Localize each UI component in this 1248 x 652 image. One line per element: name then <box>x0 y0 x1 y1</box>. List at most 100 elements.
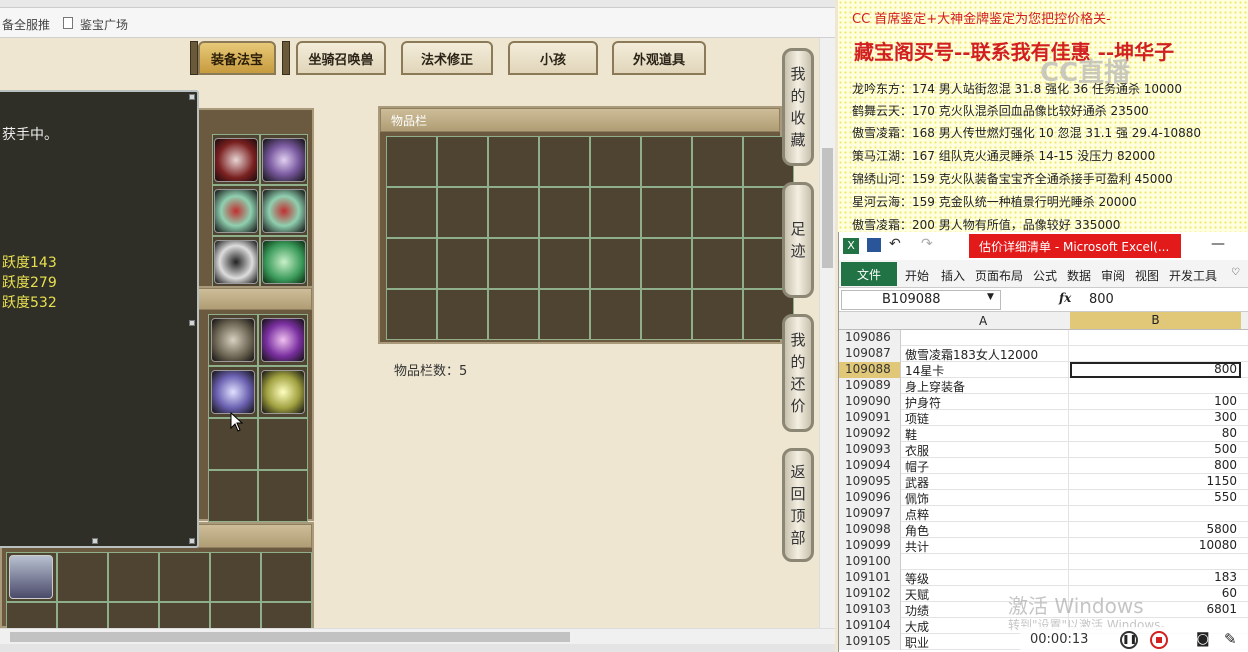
cell-a[interactable]: 角色 <box>903 522 1069 538</box>
resize-handle[interactable] <box>92 538 98 544</box>
back-to-top-button[interactable]: 返回顶部 <box>782 448 814 562</box>
inventory-slot[interactable] <box>488 289 539 340</box>
cell-b[interactable]: 800 <box>1070 362 1241 378</box>
column-b-header[interactable]: B <box>1070 312 1241 329</box>
save-icon[interactable] <box>867 238 881 252</box>
star-slot[interactable] <box>57 552 108 602</box>
equip-slot[interactable] <box>212 134 260 185</box>
inventory-slot[interactable] <box>692 187 743 238</box>
inventory-slot[interactable] <box>590 136 641 187</box>
equip-slot[interactable] <box>260 185 308 236</box>
treasure-slot[interactable] <box>208 366 258 418</box>
row-number[interactable]: 109088 <box>839 362 901 378</box>
row-number[interactable]: 109091 <box>839 410 901 426</box>
inventory-slot[interactable] <box>386 187 437 238</box>
cell-b[interactable] <box>1070 554 1241 570</box>
crystal-item-icon[interactable] <box>211 370 255 414</box>
tab-appearance-items[interactable]: 外观道具 <box>612 41 706 75</box>
inventory-slot[interactable] <box>641 289 692 340</box>
pause-icon[interactable]: ❚❚ <box>1120 631 1138 649</box>
row-number[interactable]: 109089 <box>839 378 901 394</box>
inventory-slot[interactable] <box>539 187 590 238</box>
fx-icon[interactable]: fx <box>1059 291 1071 305</box>
bracelet-item-icon[interactable] <box>214 189 258 233</box>
tab-equipment[interactable]: 装备法宝 <box>198 41 276 75</box>
cell-b[interactable] <box>1070 346 1241 362</box>
row-number[interactable]: 109094 <box>839 458 901 474</box>
menu-formulas[interactable]: 公式 <box>1033 267 1057 284</box>
menu-page-layout[interactable]: 页面布局 <box>975 267 1023 284</box>
row-number[interactable]: 109099 <box>839 538 901 554</box>
scroll-item-icon[interactable] <box>211 318 255 362</box>
tab-children[interactable]: 小孩 <box>508 41 598 75</box>
equip-slot[interactable] <box>260 134 308 185</box>
menu-view[interactable]: 视图 <box>1135 267 1159 284</box>
cell-b[interactable]: 800 <box>1070 458 1241 474</box>
row-number[interactable]: 109102 <box>839 586 901 602</box>
inventory-slot[interactable] <box>437 289 488 340</box>
name-box[interactable]: B109088 <box>841 290 1001 310</box>
star-slot[interactable] <box>108 552 159 602</box>
cell-a[interactable]: 佩饰 <box>903 490 1069 506</box>
bookmark-item[interactable]: 备全服推 <box>2 16 50 33</box>
inventory-slot[interactable] <box>488 187 539 238</box>
cell-a[interactable]: 傲雪凌霜183女人12000 <box>903 346 1069 362</box>
bracelet-item-icon[interactable] <box>262 189 306 233</box>
row-number[interactable]: 109105 <box>839 634 901 650</box>
cell-a[interactable] <box>903 330 1069 346</box>
cell-a[interactable]: 项链 <box>903 410 1069 426</box>
treasure-slot[interactable] <box>208 314 258 366</box>
namebox-dropdown-icon[interactable]: ▼ <box>987 292 994 302</box>
cell-a[interactable]: 衣服 <box>903 442 1069 458</box>
book-item-icon[interactable] <box>261 318 305 362</box>
inventory-slot[interactable] <box>590 238 641 289</box>
inventory-slot[interactable] <box>590 289 641 340</box>
inventory-slot[interactable] <box>386 136 437 187</box>
cell-a[interactable] <box>903 554 1069 570</box>
file-tab[interactable]: 文件 <box>841 262 897 286</box>
scrollbar-thumb[interactable] <box>10 632 570 642</box>
inventory-slot[interactable] <box>437 238 488 289</box>
row-number[interactable]: 109100 <box>839 554 901 570</box>
cell-a[interactable]: 帽子 <box>903 458 1069 474</box>
inventory-slot[interactable] <box>641 136 692 187</box>
treasure-slot[interactable] <box>258 314 308 366</box>
menu-insert[interactable]: 插入 <box>941 267 965 284</box>
warrior-portrait-icon[interactable] <box>9 555 53 599</box>
treasure-slot[interactable] <box>258 418 308 470</box>
inventory-slot[interactable] <box>692 238 743 289</box>
tab-mounts-pets[interactable]: 坐骑召唤兽 <box>296 41 386 75</box>
cell-a[interactable]: 护身符 <box>903 394 1069 410</box>
star-slot[interactable] <box>261 552 312 602</box>
stop-record-icon[interactable] <box>1150 631 1168 649</box>
tab-spell-correction[interactable]: 法术修正 <box>401 41 493 75</box>
menu-developer[interactable]: 开发工具 <box>1169 267 1217 284</box>
pen-icon[interactable]: ✎ <box>1224 630 1237 648</box>
cell-b[interactable] <box>1070 330 1241 346</box>
row-number[interactable]: 109095 <box>839 474 901 490</box>
scrollbar-thumb[interactable] <box>822 148 833 268</box>
resize-handle[interactable] <box>189 320 195 326</box>
inventory-slot[interactable] <box>437 136 488 187</box>
menu-home[interactable]: 开始 <box>905 267 929 284</box>
vertical-scrollbar[interactable] <box>819 38 835 628</box>
cell-b[interactable]: 10080 <box>1070 538 1241 554</box>
inventory-slot[interactable] <box>539 238 590 289</box>
footprint-button[interactable]: 足迹 <box>782 182 814 298</box>
row-number[interactable]: 109103 <box>839 602 901 618</box>
cell-b[interactable]: 550 <box>1070 490 1241 506</box>
cell-a[interactable]: 共计 <box>903 538 1069 554</box>
column-a-header[interactable]: A <box>979 314 987 328</box>
row-number[interactable]: 109087 <box>839 346 901 362</box>
equip-slot[interactable] <box>212 185 260 236</box>
inventory-slot[interactable] <box>488 238 539 289</box>
cell-a[interactable]: 鞋 <box>903 426 1069 442</box>
row-number[interactable]: 109092 <box>839 426 901 442</box>
lantern-item-icon[interactable] <box>261 370 305 414</box>
menu-data[interactable]: 数据 <box>1067 267 1091 284</box>
treasure-slot[interactable] <box>258 470 308 522</box>
cell-b[interactable]: 183 <box>1070 570 1241 586</box>
star-slot[interactable] <box>6 552 57 602</box>
treasure-slot[interactable] <box>258 366 308 418</box>
inventory-slot[interactable] <box>692 289 743 340</box>
